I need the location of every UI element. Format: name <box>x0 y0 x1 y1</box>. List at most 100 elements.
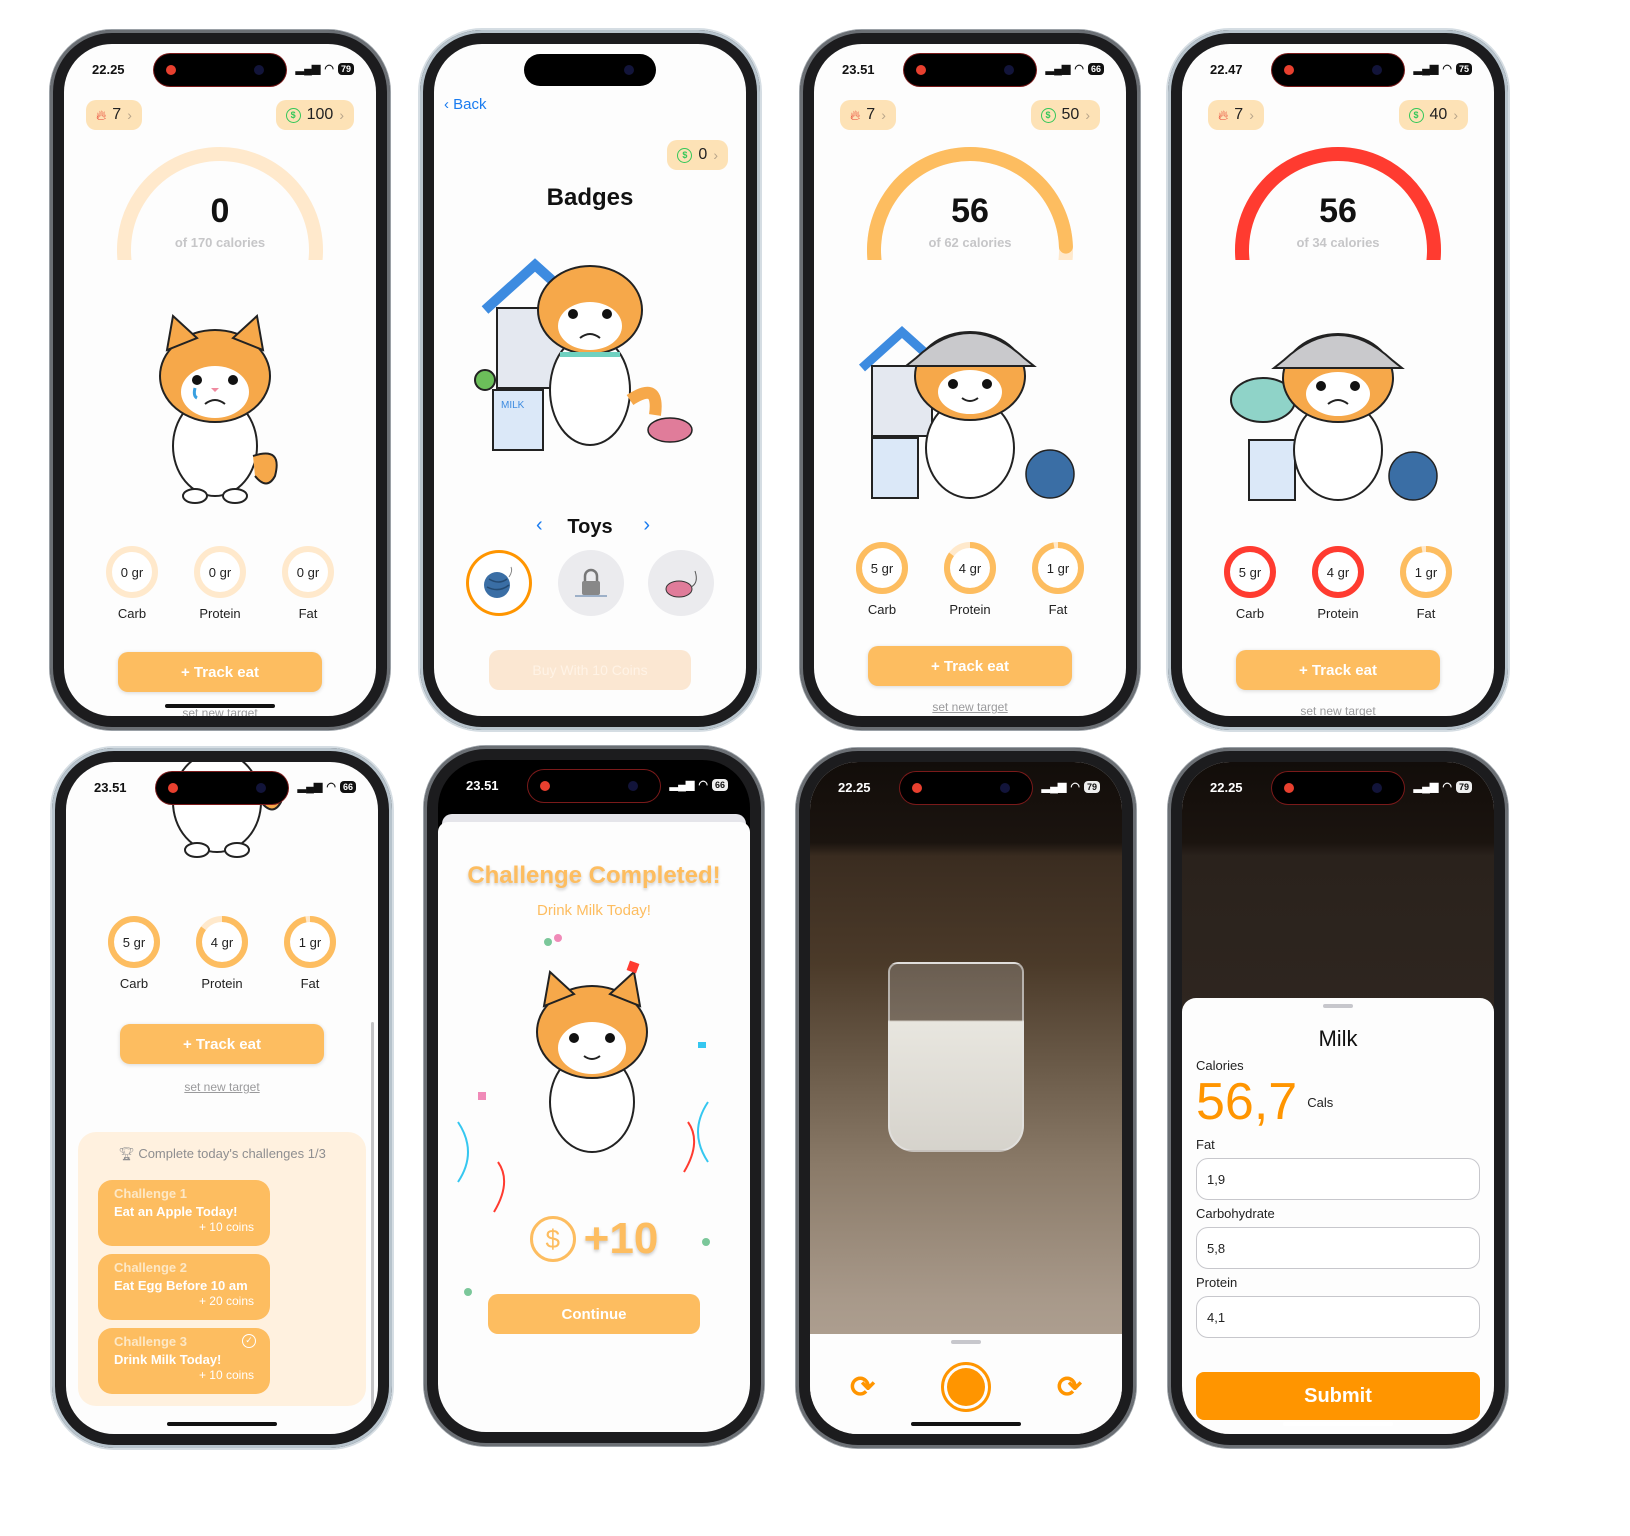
calories-target: of 170 calories <box>174 235 266 250</box>
signal-icon: ▂▄▆ <box>669 779 695 791</box>
completion-sheet: Challenge Completed! Drink Milk Today! $… <box>438 822 750 1432</box>
phone-home-over-target: 22.47 ▂▄▆ ◠ 75 🔥︎ 7 › $ 40 › 56 of 34 calo… <box>1168 30 1508 730</box>
challenge-reward: + 20 coins <box>198 1294 254 1308</box>
macro-value: 5 gr <box>871 561 894 576</box>
track-eat-button[interactable]: + Track eat <box>1236 650 1440 690</box>
track-eat-button[interactable]: + Track eat <box>118 652 322 692</box>
macro-value: 1 gr <box>1047 561 1070 576</box>
macro-protein: 4 gr Protein <box>942 540 998 617</box>
cat-mascot-sad <box>159 314 278 504</box>
wifi-icon: ◠ <box>1070 781 1080 793</box>
signal-icon: ▂▄▆ <box>295 63 321 75</box>
camera-controls: ⟳ ⟳ <box>810 1334 1122 1434</box>
wifi-icon: ◠ <box>698 779 708 791</box>
battery-icon: 66 <box>711 778 728 791</box>
status-time: 23.51 <box>94 780 127 795</box>
coin-count: 50 <box>1061 106 1080 123</box>
buy-with-coins-button[interactable]: Buy With 10 Coins <box>489 650 691 690</box>
calories-label: Calories <box>1196 1058 1244 1073</box>
macro-ring: 4 gr <box>944 542 996 594</box>
challenge-card[interactable]: Challenge 1 Eat an Apple Today! + 10 coi… <box>98 1180 270 1246</box>
coin-icon: $ <box>285 107 301 123</box>
status-time: 22.25 <box>92 62 125 77</box>
battery-icon: 79 <box>337 62 354 75</box>
coin-count: 0 <box>698 146 708 163</box>
track-eat-button[interactable]: + Track eat <box>120 1024 324 1064</box>
toy-mouse[interactable] <box>648 550 714 616</box>
wifi-icon: ◠ <box>1442 63 1452 75</box>
screen: 22.25 ▂▄▆ ◠ 79 Milk Calories 56,7 Cals Fat… <box>1182 762 1494 1434</box>
confetti-streamer <box>493 1161 505 1213</box>
challenge-number: Challenge 1 <box>114 1186 187 1201</box>
wifi-icon: ◠ <box>326 781 336 793</box>
coins-button[interactable]: $ 50 › <box>1030 100 1100 130</box>
macro-rings: 5 gr Carb 4 gr Protein 1 gr Fat <box>814 540 1126 617</box>
cat-mascot-sad-with-cap <box>1230 333 1438 501</box>
signal-icon: ▂▄▆ <box>1045 63 1071 75</box>
confetti-piece <box>478 1092 486 1100</box>
next-category-button[interactable]: › <box>643 514 650 537</box>
challenge-reward: + 10 coins <box>198 1368 254 1382</box>
macro-label: Carb <box>117 606 147 621</box>
switch-camera-icon[interactable]: ⟳ <box>1057 1370 1082 1405</box>
set-new-target-link[interactable]: set new target <box>66 1080 378 1094</box>
battery-icon: 79 <box>1455 780 1472 793</box>
wifi-icon: ◠ <box>1074 63 1084 75</box>
macro-ring: 5 gr <box>1224 546 1276 598</box>
toy-yarn-ball[interactable] <box>466 550 532 616</box>
battery-icon: 66 <box>1087 62 1104 75</box>
challenges-header-text: Complete today's challenges 1/3 <box>138 1146 326 1161</box>
phone-camera: 22.25 ▂▄▆ ◠ 79 ⟳ ⟳ <box>796 748 1136 1448</box>
back-button[interactable]: ‹ Back <box>444 96 487 113</box>
reward-display: $ +10 <box>438 1214 750 1264</box>
cat-mascot-happy-with-cap <box>858 325 1075 499</box>
macro-label: Fat <box>1416 606 1436 621</box>
macro-protein: 4 gr Protein <box>1310 544 1366 621</box>
coins-button[interactable]: $ 0 › <box>667 140 728 170</box>
confetti-piece <box>464 1288 472 1296</box>
streak-count: 7 <box>112 106 122 123</box>
dynamic-island <box>528 770 660 802</box>
macro-ring: 1 gr <box>1032 542 1084 594</box>
submit-button[interactable]: Submit <box>1196 1372 1480 1420</box>
streak-count: 7 <box>866 106 876 123</box>
grabber-handle[interactable] <box>951 1340 981 1344</box>
coins-button[interactable]: $ 40 › <box>1398 100 1468 130</box>
set-new-target-link[interactable]: set new target <box>814 700 1126 714</box>
coins-button[interactable]: $ 100 › <box>275 100 354 130</box>
yarn-ball-icon <box>484 566 513 598</box>
coin-icon: $ <box>529 1216 576 1262</box>
challenge-card[interactable]: ✓ Challenge 3 Drink Milk Today! + 10 coi… <box>98 1328 270 1394</box>
wifi-icon: ◠ <box>324 63 334 75</box>
confetti-streamer <box>697 1101 709 1163</box>
fat-input[interactable] <box>1196 1158 1480 1200</box>
challenge-card[interactable]: Challenge 2 Eat Egg Before 10 am + 20 co… <box>98 1254 270 1320</box>
track-eat-button[interactable]: + Track eat <box>868 646 1072 686</box>
reward-amount: +10 <box>583 1214 659 1263</box>
set-new-target-link[interactable]: set new target <box>1182 704 1494 716</box>
macro-label: Fat <box>300 976 320 991</box>
macro-carb: 5 gr Carb <box>854 540 910 617</box>
chevron-right-icon: › <box>339 107 344 123</box>
calories-value: 56,7 <box>1196 1073 1298 1131</box>
calories-unit: Cals <box>1307 1094 1334 1110</box>
carbohydrate-input[interactable] <box>1196 1227 1480 1269</box>
shutter-button[interactable] <box>941 1362 991 1412</box>
streak-button[interactable]: 🔥︎ 7 › <box>86 100 142 130</box>
coin-icon: $ <box>1040 107 1056 123</box>
streak-button[interactable]: 🔥︎ 7 › <box>840 100 896 130</box>
scrollbar[interactable] <box>371 1022 374 1434</box>
toy-locked[interactable] <box>558 550 624 616</box>
macro-value: 0 gr <box>297 565 320 580</box>
macro-label: Protein <box>199 606 241 621</box>
prev-category-button[interactable]: ‹ <box>536 514 543 537</box>
challenges-header: 🏆︎ Complete today's challenges 1/3 <box>78 1146 366 1162</box>
home-indicator <box>167 1422 277 1426</box>
streak-button[interactable]: 🔥︎ 7 › <box>1208 100 1264 130</box>
lock-icon <box>575 568 607 597</box>
continue-button[interactable]: Continue <box>488 1294 700 1334</box>
macro-carb: 5 gr Carb <box>106 914 162 991</box>
rotate-icon[interactable]: ⟳ <box>850 1370 875 1405</box>
protein-input[interactable] <box>1196 1296 1480 1338</box>
grabber-handle[interactable] <box>1323 1004 1353 1008</box>
